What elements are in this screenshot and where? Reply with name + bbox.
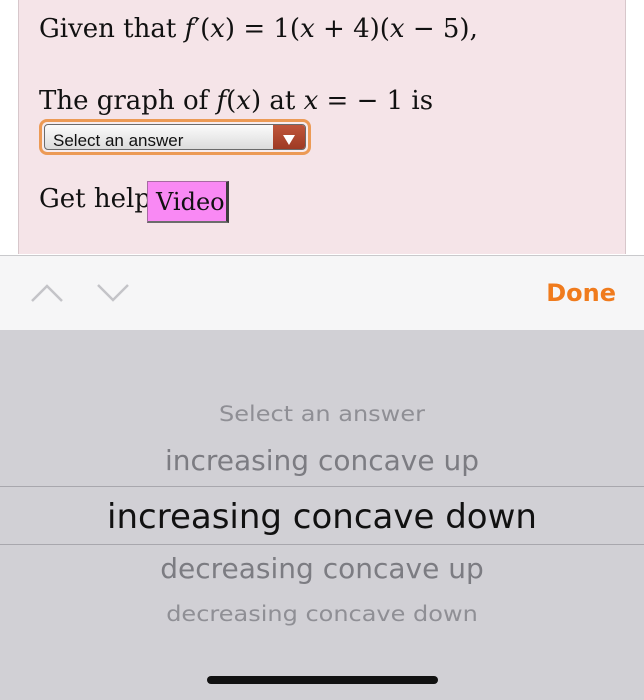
video-help-label: Video: [156, 188, 225, 216]
picker-option[interactable]: increasing concave up: [0, 444, 644, 477]
prompt-suffix: = − 1 is: [318, 86, 434, 116]
chevron-up-icon[interactable]: [30, 283, 64, 307]
derivative-fn: f: [184, 14, 195, 44]
video-help-button[interactable]: Video: [147, 181, 229, 223]
factor-end: − 5),: [404, 14, 478, 44]
chevron-down-icon[interactable]: [96, 283, 130, 307]
answer-select-box[interactable]: Select an answer: [44, 124, 306, 150]
factor-mid: + 4)(: [314, 14, 390, 44]
factor2-var: x: [389, 14, 405, 44]
eq-open: ) = 1(: [224, 14, 301, 44]
home-indicator[interactable]: [207, 676, 438, 684]
picker-option[interactable]: decreasing concave down: [0, 602, 644, 627]
factor1-var: x: [300, 14, 315, 44]
picker-option-selected[interactable]: increasing concave down: [0, 497, 644, 537]
picker-option[interactable]: decreasing concave up: [0, 552, 644, 585]
answer-picker-wheel[interactable]: Select an answer increasing concave up i…: [0, 330, 644, 700]
derivative-var: x: [210, 14, 225, 44]
dropdown-arrow-icon[interactable]: [273, 125, 305, 149]
prompt-close: ) at: [250, 86, 304, 116]
prompt-open: (: [226, 86, 237, 116]
prompt-prefix: The graph of: [39, 86, 217, 116]
question-given: Given that f′(x) = 1(x + 4)(x − 5),: [39, 14, 478, 44]
get-help-label: Get help:: [39, 184, 160, 214]
prompt-x: x: [303, 86, 319, 116]
picker-option[interactable]: Select an answer: [0, 402, 644, 427]
question-prompt: The graph of f(x) at x = − 1 is: [39, 86, 433, 116]
question-panel: Given that f′(x) = 1(x + 4)(x − 5), The …: [18, 0, 626, 254]
prompt-var: x: [236, 86, 251, 116]
given-prefix: Given that: [39, 14, 185, 44]
answer-select-label: Select an answer: [53, 131, 184, 150]
prompt-fn: f: [216, 86, 227, 116]
prime-open: ′(: [194, 14, 211, 44]
keyboard-toolbar: Done: [0, 255, 644, 331]
selection-divider-top: [0, 486, 644, 487]
done-button[interactable]: Done: [546, 279, 616, 307]
selection-divider-bottom: [0, 544, 644, 545]
answer-select[interactable]: Select an answer: [39, 119, 311, 155]
